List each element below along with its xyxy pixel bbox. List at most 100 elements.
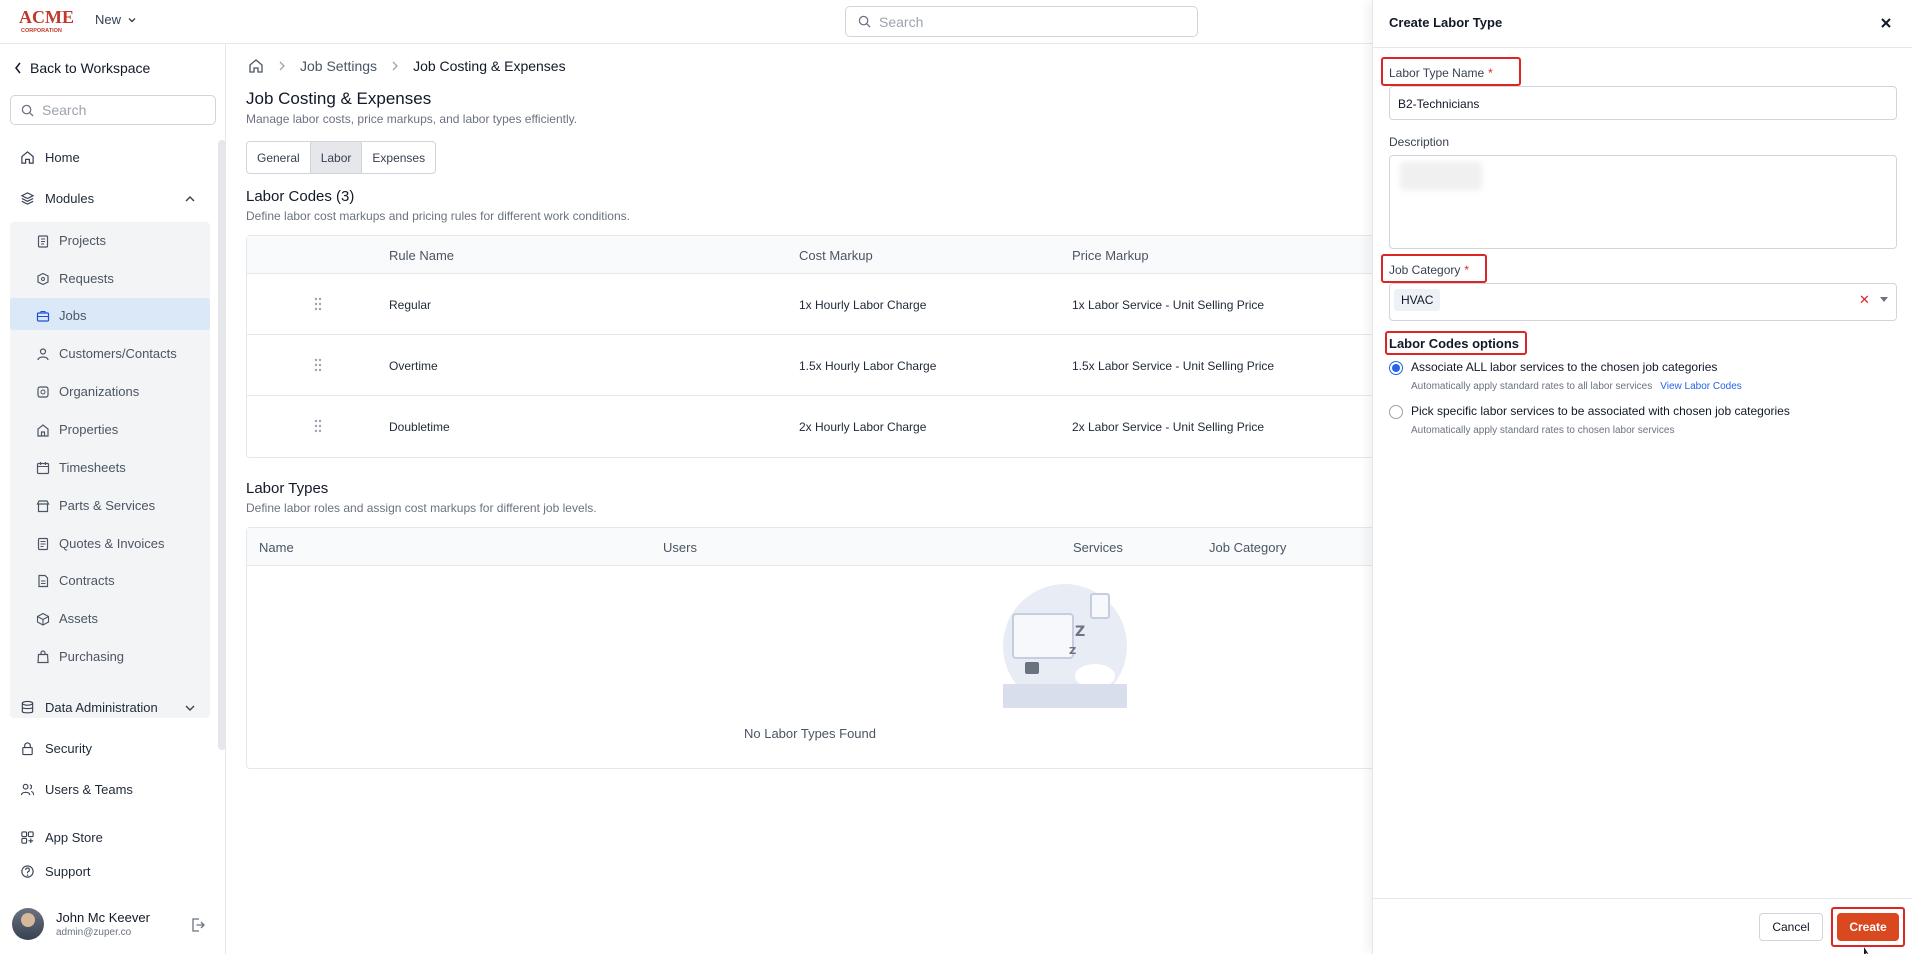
labor-type-name-input[interactable]: B2-Technicians [1389, 86, 1897, 120]
column-services: Services [1073, 540, 1123, 555]
panel-header: Create Labor Type [1373, 0, 1912, 48]
job-category-select[interactable]: HVAC ✕ [1389, 283, 1897, 321]
user-email: admin@zuper.co [56, 927, 132, 938]
svg-text:Z: Z [1069, 646, 1076, 657]
table-row[interactable]: Doubletime 2x Hourly Labor Charge 2x Lab… [247, 396, 1372, 457]
global-search-input[interactable]: Search [845, 6, 1198, 37]
clipboard-icon [37, 234, 49, 248]
sidebar-item-label: Customers/Contacts [59, 346, 177, 361]
breadcrumb-job-settings[interactable]: Job Settings [300, 58, 377, 74]
table-row[interactable]: Regular 1x Hourly Labor Charge 1x Labor … [247, 274, 1372, 335]
store-icon [36, 499, 50, 512]
chevron-down-icon [128, 17, 136, 22]
create-labor-type-panel: Create Labor Type Labor Type Name * B2-Te… [1372, 0, 1912, 954]
sidebar-item-timesheets[interactable]: Timesheets [36, 460, 126, 475]
sidebar-item-parts-services[interactable]: Parts & Services [36, 498, 155, 513]
option-associate-all-radio[interactable] [1389, 361, 1403, 375]
grid-icon [21, 831, 34, 844]
column-rule-name: Rule Name [389, 248, 455, 263]
building-icon [37, 423, 49, 437]
home-icon[interactable] [248, 58, 264, 74]
sidebar-item-users-teams[interactable]: Users & Teams [20, 782, 133, 797]
logout-icon[interactable] [190, 917, 206, 933]
tab-bar: General Labor Expenses [246, 141, 437, 174]
sidebar-item-label: Quotes & Invoices [59, 536, 165, 551]
rule-name-cell: Doubletime [389, 420, 450, 434]
description-textarea[interactable] [1389, 155, 1897, 249]
sidebar-item-jobs[interactable]: Jobs [36, 308, 86, 323]
sidebar-item-security[interactable]: Security [20, 741, 92, 756]
sidebar-item-label: Requests [59, 271, 114, 286]
labor-types-title: Labor Types [246, 480, 329, 497]
sidebar-item-requests[interactable]: Requests [36, 271, 114, 286]
document-icon [38, 574, 49, 587]
view-labor-codes-link[interactable]: View Labor Codes [1660, 381, 1742, 392]
option-associate-all-label[interactable]: Associate ALL labor services to the chos… [1411, 360, 1717, 374]
sidebar-item-purchasing[interactable]: Purchasing [36, 649, 124, 664]
column-job-category: Job Category [1209, 540, 1287, 555]
chevron-up-icon [185, 196, 195, 202]
sidebar-item-customers-contacts[interactable]: Customers/Contacts [36, 346, 177, 361]
sidebar-item-organizations[interactable]: Organizations [36, 384, 139, 399]
table-header: Name Users Services Job Category [247, 528, 1372, 566]
sidebar-item-support[interactable]: Support [20, 864, 91, 879]
sidebar-item-assets[interactable]: Assets [36, 611, 98, 626]
organization-icon [37, 385, 49, 398]
option-pick-specific-radio[interactable] [1389, 405, 1403, 419]
labor-type-name-label: Labor Type Name * [1389, 66, 1493, 80]
invoice-icon [37, 537, 49, 550]
labor-codes-table: Rule Name Cost Markup Price Markup Regul… [246, 235, 1372, 458]
new-button[interactable]: New [95, 12, 137, 27]
sidebar-item-modules[interactable]: Modules [20, 191, 200, 206]
tab-general[interactable]: General [247, 142, 311, 173]
sidebar-item-home[interactable]: Home [20, 150, 80, 165]
option-pick-specific-label[interactable]: Pick specific labor services to be assoc… [1411, 404, 1790, 418]
chevron-right-icon [279, 61, 285, 71]
cancel-button[interactable]: Cancel [1759, 913, 1823, 941]
tab-labor[interactable]: Labor [310, 142, 363, 173]
category-chip[interactable]: HVAC [1394, 289, 1441, 311]
cost-markup-cell: 2x Hourly Labor Charge [799, 420, 927, 434]
sidebar-item-properties[interactable]: Properties [36, 422, 118, 437]
layers-icon [20, 192, 35, 205]
page-title: Job Costing & Expenses [246, 89, 432, 108]
sidebar-item-data-administration[interactable]: Data Administration [20, 700, 200, 715]
back-to-workspace-link[interactable]: Back to Workspace [14, 60, 150, 76]
create-button[interactable]: Create [1837, 913, 1899, 941]
briefcase-icon [36, 310, 50, 322]
sidebar-item-label: Home [45, 150, 80, 165]
drag-handle-icon[interactable] [313, 418, 323, 434]
acme-logo[interactable]: ACME CORPORATION [18, 7, 78, 35]
labor-codes-options-title: Labor Codes options [1389, 336, 1519, 351]
user-profile[interactable]: John Mc Keever admin@zuper.co [12, 908, 150, 940]
lock-icon [22, 742, 33, 756]
dropdown-caret-icon[interactable] [1880, 297, 1888, 302]
sidebar-item-label: Security [45, 741, 92, 756]
chevron-right-icon [392, 61, 398, 71]
empty-state-illustration: Z Z [1003, 584, 1127, 708]
drag-handle-icon[interactable] [313, 296, 323, 312]
sidebar-item-label: Data Administration [45, 700, 158, 715]
sidebar-item-label: Parts & Services [59, 498, 156, 513]
sidebar-search-placeholder: Search [42, 102, 87, 118]
sidebar-item-projects[interactable]: Projects [36, 233, 106, 248]
logo-text: ACME [19, 7, 74, 27]
column-price-markup: Price Markup [1072, 248, 1149, 263]
sidebar-item-label: Properties [59, 422, 119, 437]
sidebar-item-quotes-invoices[interactable]: Quotes & Invoices [36, 536, 165, 551]
clear-icon[interactable]: ✕ [1859, 292, 1870, 308]
sidebar-item-label: Purchasing [59, 649, 125, 664]
table-row[interactable]: Overtime 1.5x Hourly Labor Charge 1.5x L… [247, 335, 1372, 396]
drag-handle-icon[interactable] [313, 357, 323, 373]
sidebar-item-contracts[interactable]: Contracts [36, 573, 115, 588]
close-icon[interactable] [1878, 15, 1894, 31]
tab-expenses[interactable]: Expenses [362, 142, 435, 173]
logo-subtext: CORPORATION [21, 28, 62, 34]
sidebar-item-app-store[interactable]: App Store [20, 830, 103, 845]
sidebar-item-label: Support [45, 864, 91, 879]
blurred-content [1400, 162, 1482, 190]
sidebar-search-input[interactable]: Search [10, 95, 216, 125]
label-text: Labor Type Name [1389, 66, 1485, 80]
sidebar-scrollbar[interactable] [218, 140, 226, 750]
labor-codes-title: Labor Codes (3) [246, 188, 355, 205]
